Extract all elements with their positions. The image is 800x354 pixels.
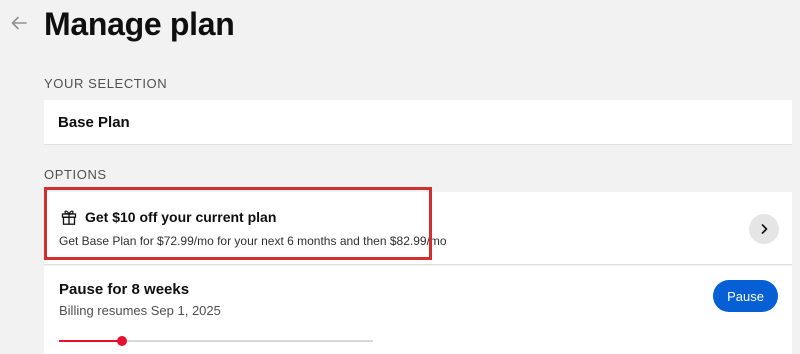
offer-open-button[interactable] <box>749 214 779 244</box>
pause-title: Pause for 8 weeks <box>59 281 190 298</box>
slider-fill <box>59 340 122 342</box>
page-title: Manage plan <box>44 6 235 42</box>
discount-offer-card[interactable]: Get $10 off your current plan Get Base P… <box>44 187 792 265</box>
billing-resume-text: Billing resumes Sep 1, 2025 <box>59 303 221 318</box>
pause-duration-slider[interactable] <box>59 336 373 346</box>
offer-title: Get $10 off your current plan <box>85 209 277 225</box>
selected-plan-name: Base Plan <box>58 113 130 131</box>
pause-button[interactable]: Pause <box>713 280 778 312</box>
manage-plan-page: Manage plan YOUR SELECTION Base Plan OPT… <box>0 0 800 354</box>
chevron-right-icon <box>761 224 768 234</box>
options-label: OPTIONS <box>44 167 107 182</box>
pause-option-card: Pause for 8 weeks Billing resumes Sep 1,… <box>44 266 792 354</box>
your-selection-label: YOUR SELECTION <box>44 76 168 91</box>
gift-icon <box>61 210 77 225</box>
selected-plan-card: Base Plan <box>44 100 792 145</box>
offer-description: Get Base Plan for $72.99/mo for your nex… <box>59 234 447 248</box>
back-button[interactable] <box>8 12 30 34</box>
arrow-left-icon <box>11 16 27 30</box>
offer-title-row: Get $10 off your current plan <box>60 208 276 226</box>
slider-thumb[interactable] <box>116 336 127 346</box>
